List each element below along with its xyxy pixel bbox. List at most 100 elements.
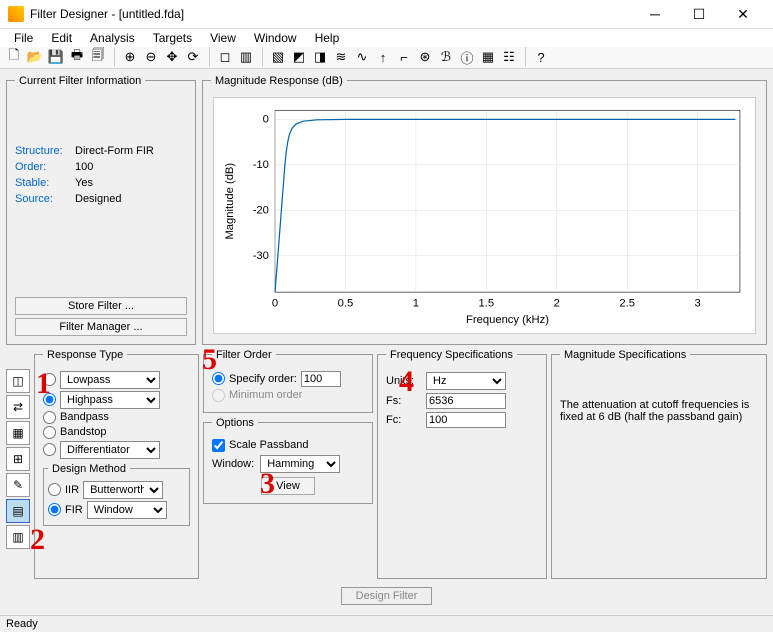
sidetab-7[interactable]: ▥ bbox=[6, 525, 30, 549]
sidetab-design[interactable]: ▤ bbox=[6, 499, 30, 523]
filter-order-group: Filter Order Specify order: Minimum orde… bbox=[203, 349, 373, 413]
radio-bandstop[interactable] bbox=[43, 426, 56, 439]
restore-view-icon[interactable]: ⟳ bbox=[183, 47, 203, 67]
radio-fir[interactable] bbox=[48, 503, 61, 516]
svg-text:3: 3 bbox=[695, 297, 701, 309]
magnitude-resp2-icon[interactable]: ▦ bbox=[478, 47, 498, 67]
fs-input[interactable] bbox=[426, 393, 506, 409]
svg-text:2: 2 bbox=[554, 297, 560, 309]
mag-specs-note: The attenuation at cutoff frequencies is… bbox=[560, 399, 758, 423]
fir-label: FIR bbox=[65, 504, 83, 516]
filter-manager-button[interactable]: Filter Manager ... bbox=[15, 318, 187, 336]
order-input[interactable] bbox=[301, 371, 341, 387]
filter-specs-icon[interactable]: ▥ bbox=[236, 47, 256, 67]
print-preview-icon[interactable]: 🗐 bbox=[88, 47, 108, 67]
order-value: 100 bbox=[75, 161, 187, 173]
new-icon[interactable]: 🗋 bbox=[4, 47, 24, 67]
response-type-legend: Response Type bbox=[43, 349, 127, 361]
svg-text:2.5: 2.5 bbox=[619, 297, 635, 309]
menu-window[interactable]: Window bbox=[246, 29, 305, 47]
fir-select[interactable]: Window bbox=[87, 501, 167, 519]
menu-bar: File Edit Analysis Targets View Window H… bbox=[0, 29, 773, 47]
svg-text:0: 0 bbox=[263, 113, 269, 125]
svg-text:-20: -20 bbox=[253, 204, 269, 216]
info-icon[interactable]: ⓘ bbox=[457, 47, 477, 67]
menu-targets[interactable]: Targets bbox=[145, 29, 200, 47]
design-method-group: Design Method IIRButterworth FIRWindow bbox=[43, 463, 190, 526]
store-filter-button[interactable]: Store Filter ... bbox=[15, 297, 187, 315]
sidetab-4[interactable]: ⊞ bbox=[6, 447, 30, 471]
radio-bandpass[interactable] bbox=[43, 411, 56, 424]
min-order-label: Minimum order bbox=[229, 389, 302, 401]
print-icon[interactable]: 🖶 bbox=[67, 47, 87, 67]
svg-text:Magnitude (dB): Magnitude (dB) bbox=[224, 162, 236, 239]
coeffs-icon[interactable]: ℬ bbox=[436, 47, 456, 67]
sidetab-2[interactable]: ⇄ bbox=[6, 395, 30, 419]
window-label: Window: bbox=[212, 458, 254, 470]
phase-delay-icon[interactable]: ∿ bbox=[352, 47, 372, 67]
scale-passband-check[interactable] bbox=[212, 439, 225, 452]
sidetab-1[interactable]: ◫ bbox=[6, 369, 30, 393]
sidetab-3[interactable]: ▦ bbox=[6, 421, 30, 445]
radio-min-order bbox=[212, 389, 225, 402]
iir-select[interactable]: Butterworth bbox=[83, 481, 163, 499]
fs-label: Fs: bbox=[386, 395, 420, 407]
bandstop-label: Bandstop bbox=[60, 426, 106, 438]
options-group: Options Scale Passband Window: Hamming Vi… bbox=[203, 417, 373, 504]
group-delay-icon[interactable]: ≋ bbox=[331, 47, 351, 67]
radio-iir[interactable] bbox=[48, 483, 61, 496]
lowpass-select[interactable]: Lowpass bbox=[60, 371, 160, 389]
plot-area[interactable]: 00.511.522.530-10-20-30Frequency (kHz)Ma… bbox=[213, 97, 756, 334]
fc-label: Fc: bbox=[386, 414, 420, 426]
units-select[interactable]: Hz bbox=[426, 372, 506, 390]
radio-lowpass[interactable] bbox=[43, 373, 56, 386]
magnitude-plot-group: Magnitude Response (dB) 00.511.522.530-1… bbox=[202, 75, 767, 345]
options-legend: Options bbox=[212, 417, 258, 429]
pole-zero-icon[interactable]: ⊛ bbox=[415, 47, 435, 67]
zoom-out-icon[interactable]: ⊖ bbox=[141, 47, 161, 67]
differentiator-select[interactable]: Differentiator bbox=[60, 441, 160, 459]
mag-specs-group: Magnitude Specifications The attenuation… bbox=[551, 349, 767, 579]
svg-text:-10: -10 bbox=[253, 159, 269, 171]
minimize-button[interactable]: ─ bbox=[633, 0, 677, 28]
design-filter-button[interactable]: Design Filter bbox=[341, 587, 433, 605]
phase-resp-icon[interactable]: ◩ bbox=[289, 47, 309, 67]
help-icon[interactable]: ? bbox=[531, 47, 551, 67]
menu-file[interactable]: File bbox=[6, 29, 41, 47]
svg-text:0: 0 bbox=[272, 297, 278, 309]
menu-edit[interactable]: Edit bbox=[43, 29, 80, 47]
mag-specs-legend: Magnitude Specifications bbox=[560, 349, 690, 361]
iir-label: IIR bbox=[65, 484, 79, 496]
radio-highpass[interactable] bbox=[43, 393, 56, 406]
mag-resp-icon[interactable]: ▧ bbox=[268, 47, 288, 67]
maximize-button[interactable]: ☐ bbox=[677, 0, 721, 28]
sidetab-5[interactable]: ✎ bbox=[6, 473, 30, 497]
save-icon[interactable]: 💾 bbox=[46, 47, 66, 67]
view-button[interactable]: View bbox=[261, 477, 315, 495]
full-view-icon[interactable]: ◻ bbox=[215, 47, 235, 67]
impulse-resp-icon[interactable]: ↑ bbox=[373, 47, 393, 67]
status-bar: Ready bbox=[0, 615, 773, 632]
window-title: Filter Designer - [untitled.fda] bbox=[30, 7, 633, 21]
round-off-icon[interactable]: ☷ bbox=[499, 47, 519, 67]
mag-phase-icon[interactable]: ◨ bbox=[310, 47, 330, 67]
stable-label: Stable: bbox=[15, 177, 75, 189]
zoom-in-icon[interactable]: ⊕ bbox=[120, 47, 140, 67]
units-label: Units: bbox=[386, 375, 420, 387]
window-select[interactable]: Hamming bbox=[260, 455, 340, 473]
filter-info-legend: Current Filter Information bbox=[15, 75, 145, 87]
close-button[interactable]: ✕ bbox=[721, 0, 765, 28]
menu-help[interactable]: Help bbox=[307, 29, 348, 47]
menu-analysis[interactable]: Analysis bbox=[82, 29, 143, 47]
fc-input[interactable] bbox=[426, 412, 506, 428]
radio-differentiator[interactable] bbox=[43, 443, 56, 456]
highpass-select[interactable]: Highpass bbox=[60, 391, 160, 409]
freq-specs-group: Frequency Specifications Units:Hz Fs: Fc… bbox=[377, 349, 547, 579]
radio-specify-order[interactable] bbox=[212, 372, 225, 385]
step-resp-icon[interactable]: ⌐ bbox=[394, 47, 414, 67]
svg-text:-30: -30 bbox=[253, 249, 269, 261]
menu-view[interactable]: View bbox=[202, 29, 244, 47]
pan-icon[interactable]: ✥ bbox=[162, 47, 182, 67]
open-icon[interactable]: 📂 bbox=[25, 47, 45, 67]
scale-passband-label: Scale Passband bbox=[229, 439, 309, 451]
